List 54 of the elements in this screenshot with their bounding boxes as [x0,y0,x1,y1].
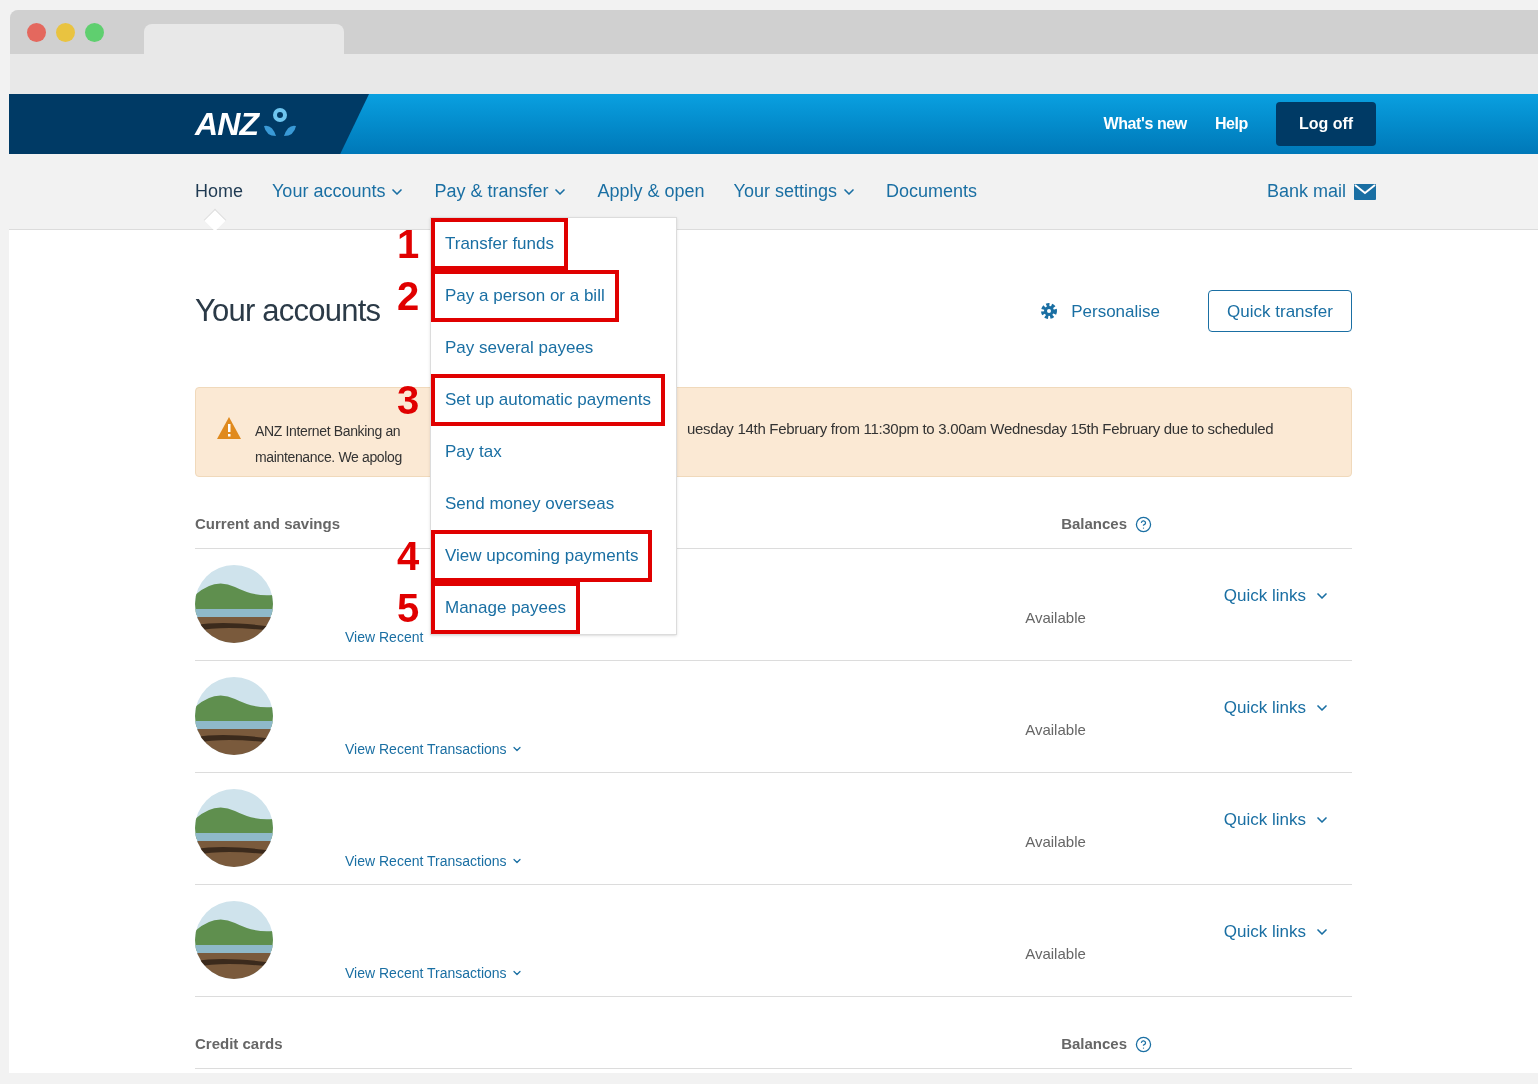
menu-item[interactable]: Pay a person or a bill [431,270,619,322]
view-transactions-link[interactable]: View Recent Transactions [345,850,523,872]
menu-item[interactable]: Pay several payees [431,322,608,374]
quick-links-link[interactable]: Quick links [1223,695,1330,721]
nav-link[interactable]: Home [195,178,243,205]
annotation-number: 5 [397,593,420,623]
view-transactions-link[interactable]: View Recent Transactions [345,962,523,984]
available-label: Available [1025,719,1086,740]
available-label: Available [1025,943,1086,964]
alert-text: ANZ Internet Banking an [255,422,402,441]
nav-link[interactable]: Your accounts [272,178,406,205]
page-title: Your accounts [195,292,381,330]
alert-text: uesday 14th February from 11:30pm to 3.00am Wednesday 15th February due to scheduled [687,418,1274,439]
warning-icon [216,415,242,440]
annotation-number: 4 [397,541,420,571]
balances-label: Balances [1061,1033,1127,1054]
quick-links-link[interactable]: Quick links [1223,919,1330,945]
quick-transfer-button[interactable]: Quick transfer [1208,290,1352,333]
quick-links-link[interactable]: Quick links [1223,807,1330,833]
menu-item[interactable]: Manage payees [431,582,580,634]
annotation-number: 3 [397,385,420,415]
menu-item[interactable]: Transfer funds [431,218,568,270]
annotation-number: 1 [397,229,420,259]
logo-text: ANZ [195,105,259,144]
view-transactions-link[interactable]: View Recent [345,626,424,648]
menu-item[interactable]: Send money overseas [431,478,629,530]
help-icon[interactable] [1135,1035,1152,1053]
menu-item[interactable]: Set up automatic payments [431,374,665,426]
section-title: Current and savings [195,513,341,534]
personalise-link[interactable]: Personalise [1039,298,1160,324]
help-icon[interactable] [1135,515,1152,533]
settings-icon [1039,301,1060,322]
menu-item[interactable]: Pay tax [431,426,516,478]
menu-item[interactable]: View upcoming payments [431,530,653,582]
section-title: Credit cards [195,1033,283,1054]
quick-links-link[interactable]: Quick links [1223,583,1330,609]
alert-text: maintenance. We apolog [255,448,403,467]
nav-link[interactable]: Apply & open [597,178,705,205]
close-window-icon[interactable] [27,22,46,42]
header-link[interactable]: Help [1214,112,1248,136]
header-link[interactable]: What's new [1103,112,1187,136]
nav-link[interactable]: Pay & transfer [434,178,569,205]
minimize-window-icon[interactable] [56,22,75,42]
available-label: Available [1025,607,1086,628]
nav-link[interactable]: Your settings [733,178,857,205]
nav-link[interactable]: Documents [885,178,977,205]
envelope-icon [1354,183,1376,200]
view-transactions-link[interactable]: View Recent Transactions [345,738,523,760]
maximize-window-icon[interactable] [85,22,104,42]
log-off-button[interactable]: Log off [1276,102,1376,146]
balances-label: Balances [1061,513,1127,534]
annotation-number: 2 [397,281,420,311]
available-label: Available [1025,831,1086,852]
bank-mail-link[interactable]: Bank mail [1266,178,1376,205]
